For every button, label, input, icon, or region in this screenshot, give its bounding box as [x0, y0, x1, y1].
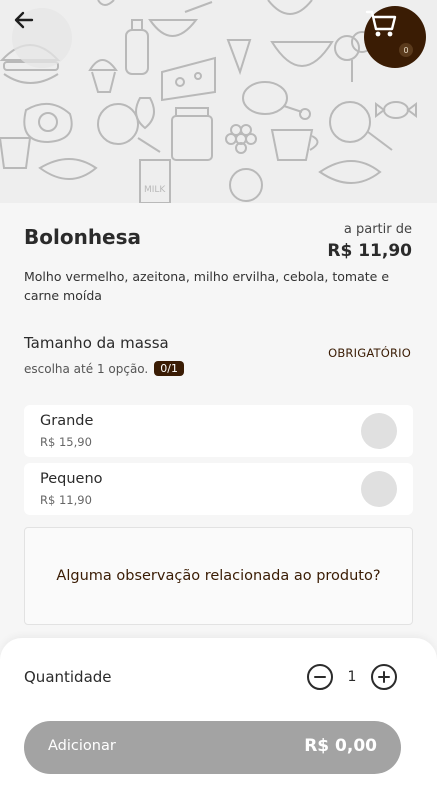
option-price: R$ 15,90 [40, 435, 92, 449]
plus-icon [378, 671, 390, 683]
product-title: Bolonhesa [24, 225, 142, 249]
cart-count-badge: 0 [399, 43, 413, 57]
option-group-title: Tamanho da massa [24, 334, 169, 352]
quantity-value: 1 [347, 669, 357, 685]
product-description: Molho vermelho, azeitona, milho ervilha,… [24, 269, 390, 303]
option-group-counter: 0/1 [154, 361, 184, 376]
option-item-pequeno[interactable]: Pequeno R$ 11,90 [24, 463, 413, 515]
increase-quantity-button[interactable] [371, 664, 397, 690]
option-group-hint-text: escolha até 1 opção. [24, 361, 149, 376]
option-price: R$ 11,90 [40, 493, 92, 507]
add-button-total: R$ 0,00 [304, 736, 377, 756]
option-radio[interactable] [361, 413, 397, 449]
option-group-hint: escolha até 1 opção. 0/1 [24, 361, 184, 376]
arrow-left-icon [14, 11, 34, 29]
observation-placeholder: Alguma observação relacionada ao produto… [56, 568, 381, 584]
back-button[interactable] [12, 8, 72, 68]
option-radio[interactable] [361, 471, 397, 507]
bottom-bar: Quantidade 1 Adicionar R$ 0,00 [0, 638, 437, 800]
required-label: OBRIGATÓRIO [328, 346, 411, 360]
product-hero-image: MILK 0 [0, 0, 437, 203]
price-prefix: a partir de [343, 222, 412, 237]
option-name: Grande [40, 413, 94, 429]
option-name: Pequeno [40, 471, 103, 487]
option-item-grande[interactable]: Grande R$ 15,90 [24, 405, 413, 457]
minus-icon [314, 676, 326, 678]
shopping-cart-icon [365, 10, 397, 37]
svg-text:MILK: MILK [144, 185, 166, 195]
observation-field[interactable]: Alguma observação relacionada ao produto… [24, 527, 413, 625]
add-to-cart-button[interactable]: Adicionar R$ 0,00 [24, 721, 401, 774]
add-button-label: Adicionar [48, 738, 116, 754]
quantity-stepper: 1 [307, 664, 397, 690]
product-price: R$ 11,90 [327, 241, 412, 261]
cart-button[interactable]: 0 [364, 6, 426, 68]
decrease-quantity-button[interactable] [307, 664, 333, 690]
quantity-label: Quantidade [24, 668, 112, 686]
